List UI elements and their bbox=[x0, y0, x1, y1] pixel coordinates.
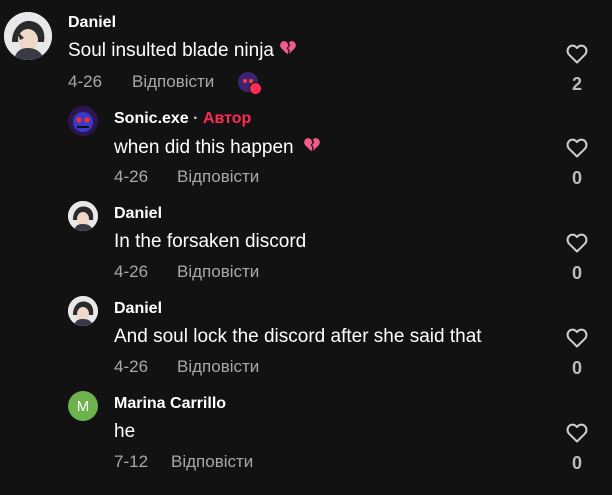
comment-text: when did this happen bbox=[114, 135, 322, 161]
comment-text-content: when did this happen bbox=[114, 137, 294, 158]
broken-heart-icon bbox=[278, 38, 298, 64]
comment-text: Soul insulted blade ninja bbox=[68, 38, 298, 64]
like-count: 0 bbox=[571, 358, 582, 378]
heart-icon bbox=[565, 421, 589, 445]
heart-icon bbox=[565, 42, 589, 66]
comment-author: Sonic.exe · Автор bbox=[114, 110, 251, 128]
like-count: 0 bbox=[571, 263, 582, 283]
reply-button[interactable]: Відповісти bbox=[177, 262, 259, 282]
creator-liked-icon bbox=[238, 72, 262, 95]
comment-author[interactable]: Daniel bbox=[114, 300, 162, 318]
heart-icon bbox=[565, 231, 589, 255]
comment-author[interactable]: Marina Carrillo bbox=[114, 395, 226, 413]
broken-heart-icon bbox=[302, 135, 322, 161]
comment-author[interactable]: Daniel bbox=[114, 205, 162, 223]
like-count: 2 bbox=[571, 74, 582, 94]
like-count: 0 bbox=[571, 168, 582, 188]
comment-author[interactable]: Daniel bbox=[68, 14, 116, 32]
avatar[interactable]: M bbox=[68, 391, 98, 421]
reply-button[interactable]: Відповісти bbox=[171, 452, 253, 472]
avatar-image bbox=[68, 296, 98, 326]
like-button[interactable]: 0 bbox=[562, 231, 592, 284]
heart-icon bbox=[565, 136, 589, 160]
avatar[interactable] bbox=[4, 12, 52, 60]
like-button[interactable]: 0 bbox=[562, 136, 592, 189]
avatar-image bbox=[68, 201, 98, 231]
separator: · bbox=[193, 110, 199, 127]
like-button[interactable]: 0 bbox=[562, 326, 592, 379]
comment-date: 4-26 bbox=[68, 72, 103, 91]
reply-button[interactable]: Відповісти bbox=[177, 167, 259, 187]
avatar-image bbox=[4, 12, 52, 60]
comment-date: 4-26 bbox=[114, 167, 149, 186]
comment-date: 7-12 bbox=[114, 452, 149, 471]
comment-date: 4-26 bbox=[114, 262, 149, 281]
reply-button[interactable]: Відповісти bbox=[132, 72, 214, 92]
heart-icon bbox=[565, 326, 589, 350]
avatar[interactable] bbox=[68, 106, 98, 136]
comment-text: he bbox=[114, 421, 136, 442]
like-button[interactable]: 2 bbox=[562, 42, 592, 95]
like-count: 0 bbox=[571, 453, 582, 473]
avatar-image bbox=[68, 106, 98, 136]
comment-text: In the forsaken discord bbox=[114, 231, 307, 252]
comment-text-content: Soul insulted blade ninja bbox=[68, 40, 274, 61]
like-button[interactable]: 0 bbox=[562, 421, 592, 474]
avatar[interactable] bbox=[68, 296, 98, 326]
author-badge: Автор bbox=[202, 110, 252, 127]
reply-button[interactable]: Відповісти bbox=[177, 357, 259, 377]
author-name[interactable]: Sonic.exe bbox=[114, 110, 189, 127]
avatar[interactable] bbox=[68, 201, 98, 231]
comment-date: 4-26 bbox=[114, 357, 149, 376]
comment-text: And soul lock the discord after she said… bbox=[114, 326, 482, 347]
